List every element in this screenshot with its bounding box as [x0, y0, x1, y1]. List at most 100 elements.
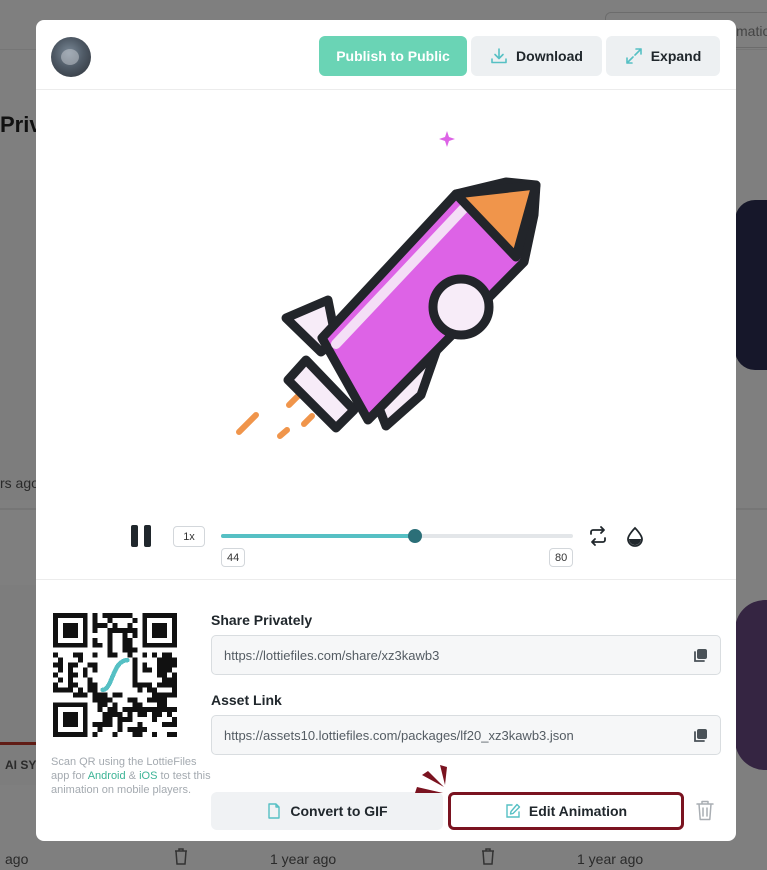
qr-module — [162, 613, 168, 618]
expand-button[interactable]: Expand — [606, 36, 720, 76]
qr-module — [87, 677, 93, 683]
publish-to-public-button[interactable]: Publish to Public — [319, 36, 467, 76]
download-button[interactable]: Download — [471, 36, 602, 76]
qr-module — [97, 697, 103, 703]
progress-handle[interactable] — [407, 529, 422, 543]
expand-icon — [625, 48, 642, 64]
qr-module — [107, 647, 113, 653]
qr-module — [142, 667, 148, 673]
qr-module — [167, 692, 173, 698]
qr-module — [97, 722, 103, 728]
qr-module — [57, 657, 63, 663]
qr-module — [127, 727, 133, 733]
qr-module — [72, 642, 78, 648]
qr-module — [57, 613, 63, 618]
qr-module — [102, 712, 108, 718]
qr-module — [132, 667, 138, 673]
progress-slider[interactable] — [221, 529, 573, 543]
qr-module — [172, 707, 177, 713]
qr-module — [157, 662, 163, 668]
qr-module — [157, 642, 163, 648]
qr-module — [102, 692, 108, 698]
modal-header: Publish to Public Download Expand — [36, 20, 736, 90]
edit-animation-button[interactable]: Edit Animation — [448, 792, 684, 830]
qr-module — [127, 707, 133, 713]
qr-module — [132, 702, 138, 708]
qr-module — [157, 712, 163, 718]
rocket-flame — [236, 393, 315, 439]
qr-module — [117, 627, 123, 633]
qr-module — [167, 613, 173, 618]
edit-animation-label: Edit Animation — [528, 803, 628, 819]
android-link[interactable]: Android — [88, 770, 126, 782]
qr-module — [67, 622, 73, 628]
qr-module — [167, 657, 173, 663]
qr-module — [137, 727, 143, 733]
speed-selector[interactable]: 1x — [173, 526, 205, 547]
qr-module — [147, 642, 153, 648]
qr-module — [77, 687, 83, 693]
animation-stage — [36, 90, 736, 510]
trash-icon[interactable] — [696, 800, 714, 821]
qr-module — [137, 687, 143, 693]
qr-module — [162, 722, 168, 728]
qr-module — [172, 687, 177, 693]
user-avatar[interactable] — [51, 37, 91, 77]
qr-module — [112, 707, 118, 713]
share-privately-url-field[interactable]: https://lottiefiles.com/share/xz3kawb3 — [211, 635, 721, 675]
qr-module — [92, 722, 98, 728]
qr-module — [112, 627, 118, 633]
qr-module — [72, 622, 78, 628]
copy-icon[interactable] — [693, 728, 708, 743]
background-color-icon[interactable] — [624, 525, 646, 547]
qr-module — [97, 622, 103, 628]
qr-module — [167, 712, 173, 718]
qr-module — [92, 622, 98, 628]
qr-module — [142, 707, 148, 713]
convert-to-gif-label: Convert to GIF — [290, 803, 388, 819]
qr-module — [142, 682, 148, 688]
qr-module — [82, 642, 88, 648]
qr-module — [72, 652, 78, 658]
qr-module — [162, 622, 168, 628]
qr-module — [67, 712, 73, 718]
qr-module — [53, 652, 58, 658]
qr-module — [67, 667, 73, 673]
qr-module — [142, 613, 148, 618]
qr-module — [157, 697, 163, 703]
convert-to-gif-button[interactable]: Convert to GIF — [211, 792, 443, 830]
qr-module — [102, 613, 108, 618]
qr-module — [72, 712, 78, 718]
qr-module — [107, 707, 113, 713]
asset-link-url: https://assets10.lottiefiles.com/package… — [224, 727, 574, 743]
rocket-animation — [236, 131, 541, 439]
qr-module — [172, 677, 177, 683]
qr-module — [172, 613, 177, 618]
qr-module — [122, 707, 128, 713]
qr-module — [67, 687, 73, 693]
qr-module — [72, 613, 78, 618]
pause-button[interactable] — [131, 525, 151, 547]
qr-module — [92, 682, 98, 688]
qr-module — [72, 662, 78, 668]
qr-module — [167, 667, 173, 673]
qr-module — [72, 717, 78, 723]
qr-module — [107, 712, 113, 718]
qr-module — [57, 732, 63, 737]
qr-module — [172, 672, 177, 678]
qr-module — [62, 622, 68, 628]
qr-module — [152, 697, 158, 703]
loop-icon[interactable] — [587, 525, 609, 547]
qr-module — [122, 717, 128, 723]
copy-icon[interactable] — [693, 648, 708, 663]
qr-module — [122, 642, 128, 648]
qr-module — [132, 632, 138, 638]
qr-module — [53, 682, 58, 688]
qr-module — [152, 707, 158, 713]
qr-module — [53, 632, 58, 638]
asset-link-url-field[interactable]: https://assets10.lottiefiles.com/package… — [211, 715, 721, 755]
qr-module — [112, 732, 118, 737]
ios-link[interactable]: iOS — [139, 770, 157, 782]
qr-module — [162, 632, 168, 638]
qr-module — [67, 732, 73, 737]
